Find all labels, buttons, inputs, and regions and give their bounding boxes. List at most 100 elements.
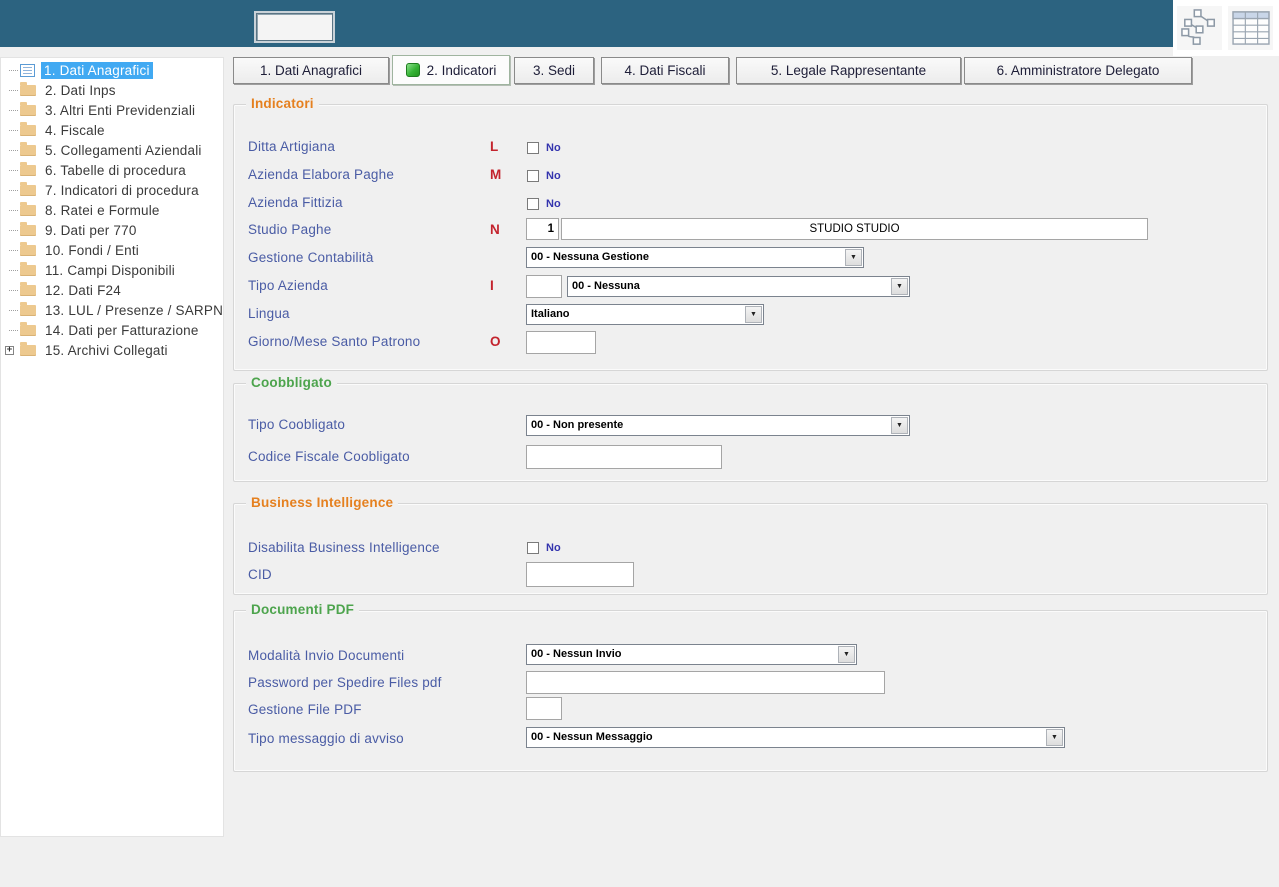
studio-paghe-name-input[interactable] (561, 218, 1148, 240)
tree-item-label: 6. Tabelle di procedura (45, 162, 186, 178)
tree-connector (9, 89, 18, 91)
tree-item-14[interactable]: 14. Dati per Fatturazione (1, 320, 223, 340)
tab-1[interactable]: 1. Dati Anagrafici (233, 57, 389, 84)
tree-item-8[interactable]: 8. Ratei e Formule (1, 200, 223, 220)
diagram-icon (1180, 9, 1215, 45)
field-label-password-pdf: Password per Spedire Files pdf (248, 675, 442, 690)
section-documenti-pdf: Documenti PDF Modalità Invio Documenti 0… (233, 602, 1268, 772)
chevron-down-icon[interactable]: ▼ (745, 306, 762, 323)
section-title: Coobbligato (246, 375, 337, 390)
tipo-messaggio-select[interactable]: 00 - Nessun Messaggio ▼ (526, 727, 1065, 748)
active-tab-status-icon (405, 63, 420, 77)
application-window: 1. Dati Anagrafici 2. Indicatori 3. Sedi 4.… (0, 0, 1279, 887)
field-label-gestione-file-pdf: Gestione File PDF (248, 702, 362, 717)
field-label-lingua: Lingua (248, 306, 290, 321)
diagram-icon-button[interactable] (1177, 6, 1222, 50)
tree-item-4[interactable]: 4. Fiscale (1, 120, 223, 140)
chevron-down-icon[interactable]: ▼ (1046, 729, 1063, 746)
tipo-azienda-value: 00 - Nessuna (572, 280, 640, 292)
shortcut-letter-m: M (490, 167, 502, 182)
tipo-azienda-select[interactable]: 00 - Nessuna ▼ (567, 276, 910, 297)
tab-label: 5. Legale Rappresentante (770, 63, 927, 78)
field-label-modalita-invio: Modalità Invio Documenti (248, 648, 405, 663)
tab-6[interactable]: 6. Amministratore Delegato (964, 57, 1192, 84)
tree-item-label: 2. Dati Inps (45, 82, 116, 98)
tree-item-9[interactable]: 9. Dati per 770 (1, 220, 223, 240)
tree-item-label: 13. LUL / Presenze / SARPNET (45, 302, 224, 318)
folder-icon (20, 261, 36, 276)
tab-2[interactable]: 2. Indicatori (392, 55, 510, 85)
disabilita-bi-checkbox[interactable] (527, 542, 539, 554)
tree-item-12[interactable]: 12. Dati F24 (1, 280, 223, 300)
tree-item-11[interactable]: 11. Campi Disponibili (1, 260, 223, 280)
section-business-intelligence: Business Intelligence Disabilita Busines… (233, 495, 1268, 595)
cid-input[interactable] (526, 562, 634, 587)
field-label-ditta-artigiana: Ditta Artigiana (248, 139, 336, 154)
tree-item-10[interactable]: 10. Fondi / Enti (1, 240, 223, 260)
tree-item-2[interactable]: 2. Dati Inps (1, 80, 223, 100)
tab-label: 3. Sedi (532, 63, 576, 78)
tab-bar: 1. Dati Anagrafici 2. Indicatori 3. Sedi 4.… (233, 55, 1213, 88)
codice-fiscale-input[interactable] (526, 445, 722, 469)
folder-icon (20, 301, 36, 316)
section-title: Indicatori (246, 96, 319, 111)
tree-connector (9, 269, 18, 271)
shortcut-letter-i: I (490, 278, 494, 293)
tree-item-label: 9. Dati per 770 (45, 222, 137, 238)
tab-label: 1. Dati Anagrafici (259, 63, 363, 78)
tree-item-15[interactable]: +15. Archivi Collegati (1, 340, 223, 360)
tree-connector (9, 109, 18, 111)
field-label-disabilita-bi: Disabilita Business Intelligence (248, 540, 440, 555)
tree-item-5[interactable]: 5. Collegamenti Aziendali (1, 140, 223, 160)
top-toolbar (0, 0, 1173, 47)
tab-3[interactable]: 3. Sedi (514, 57, 594, 84)
shortcut-letter-o: O (490, 334, 501, 349)
field-label-tipo-messaggio: Tipo messaggio di avviso (248, 731, 404, 746)
tree-connector (9, 169, 18, 171)
toolbar-input[interactable] (256, 13, 333, 41)
folder-icon (20, 281, 36, 296)
chevron-down-icon[interactable]: ▼ (838, 646, 855, 663)
tree-connector (9, 309, 18, 311)
ditta-artigiana-checkbox[interactable] (527, 142, 539, 154)
modalita-invio-select[interactable]: 00 - Nessun Invio ▼ (526, 644, 857, 665)
studio-paghe-code-input[interactable] (526, 218, 559, 240)
expand-plus-icon[interactable]: + (5, 345, 14, 355)
chevron-down-icon[interactable]: ▼ (845, 249, 862, 266)
chevron-down-icon[interactable]: ▼ (891, 278, 908, 295)
tipo-coobligato-value: 00 - Non presente (531, 419, 624, 431)
tree-item-7[interactable]: 7. Indicatori di procedura (1, 180, 223, 200)
tree-item-6[interactable]: 6. Tabelle di procedura (1, 160, 223, 180)
azienda-fittizia-checkbox[interactable] (527, 198, 539, 210)
table-icon-button[interactable] (1228, 6, 1273, 50)
tree-item-13[interactable]: 13. LUL / Presenze / SARPNET (1, 300, 223, 320)
window-tools (1173, 0, 1279, 56)
tree-item-label: 4. Fiscale (45, 122, 105, 138)
tree-item-label: 8. Ratei e Formule (45, 202, 160, 218)
password-pdf-input[interactable] (526, 671, 885, 694)
field-label-codice-fiscale: Codice Fiscale Coobligato (248, 449, 410, 464)
modalita-invio-value: 00 - Nessun Invio (531, 648, 622, 660)
field-label-azienda-elabora: Azienda Elabora Paghe (248, 167, 395, 182)
santo-patrono-input[interactable] (526, 331, 596, 354)
field-label-azienda-fittizia: Azienda Fittizia (248, 195, 343, 210)
tab-5[interactable]: 5. Legale Rappresentante (736, 57, 961, 84)
form-icon (20, 63, 35, 77)
tipo-coobligato-select[interactable]: 00 - Non presente ▼ (526, 415, 910, 436)
tree-item-label: 11. Campi Disponibili (45, 262, 176, 278)
tree-connector (9, 189, 18, 191)
tipo-azienda-code-input[interactable] (526, 275, 562, 298)
azienda-elabora-checkbox-label: No (546, 170, 561, 182)
tab-4[interactable]: 4. Dati Fiscali (601, 57, 729, 84)
tab-label: 4. Dati Fiscali (624, 63, 706, 78)
gestione-file-pdf-input[interactable] (526, 697, 562, 720)
ditta-artigiana-checkbox-label: No (546, 142, 561, 154)
tree-item-1[interactable]: 1. Dati Anagrafici (1, 60, 223, 80)
lingua-select[interactable]: Italiano ▼ (526, 304, 764, 325)
tree-item-label: 3. Altri Enti Previdenziali (45, 102, 196, 118)
gestione-contabilita-value: 00 - Nessuna Gestione (531, 251, 649, 263)
chevron-down-icon[interactable]: ▼ (891, 417, 908, 434)
azienda-elabora-checkbox[interactable] (527, 170, 539, 182)
tree-item-3[interactable]: 3. Altri Enti Previdenziali (1, 100, 223, 120)
gestione-contabilita-select[interactable]: 00 - Nessuna Gestione ▼ (526, 247, 864, 268)
